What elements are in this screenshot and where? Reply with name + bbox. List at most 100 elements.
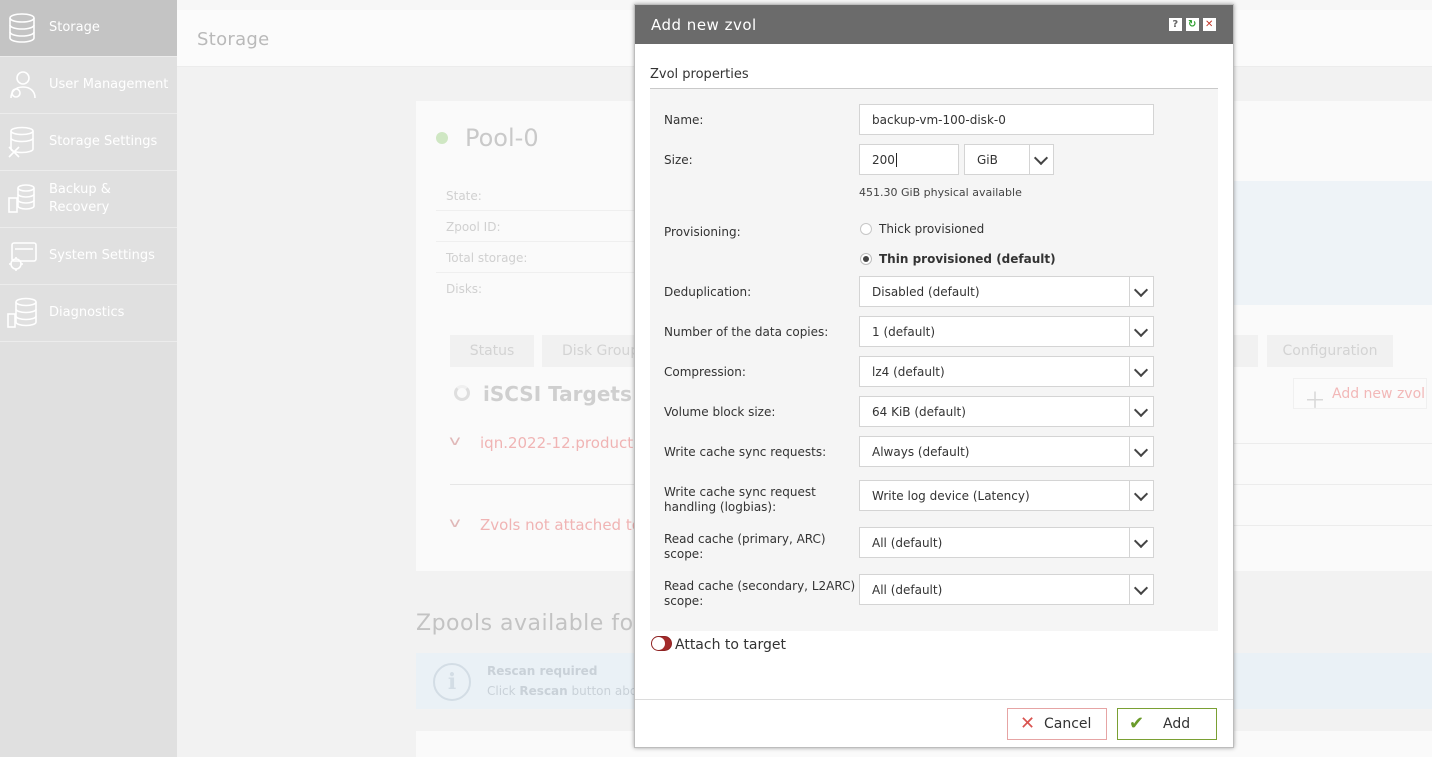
compression-label: Compression: <box>664 365 746 379</box>
rescan-text-suffix: button abo <box>571 684 638 698</box>
copies-select[interactable]: 1 (default) <box>859 316 1154 347</box>
checkmark-icon: ✔ <box>1129 713 1145 734</box>
add-new-zvol-button[interactable]: ＋ Add new zvol <box>1293 378 1427 414</box>
dialog-title: Add new zvol <box>651 15 757 34</box>
sidebar-item-label: Storage Settings <box>49 134 158 149</box>
sidebar-item-system-settings[interactable]: System Settings <box>0 228 177 285</box>
sync-label: Write cache sync requests: <box>664 445 827 459</box>
deduplication-label: Deduplication: <box>664 285 752 299</box>
loading-spinner-icon <box>454 385 470 401</box>
sidebar-item-storage-settings[interactable]: Storage Settings <box>0 114 177 171</box>
chevron-down-icon: v <box>449 516 461 531</box>
primary-cache-select[interactable]: All (default) <box>859 527 1154 558</box>
size-unit-value: GiB <box>977 152 998 167</box>
chevron-down-icon <box>1029 145 1053 174</box>
plus-icon: ＋ <box>1304 389 1327 414</box>
sidebar: Storage User Management Storage Settings… <box>0 0 177 757</box>
rescan-text-prefix: Click <box>487 684 516 698</box>
rescan-notice-title: Rescan required <box>487 664 598 678</box>
block-size-value: 64 KiB (default) <box>872 404 966 419</box>
logbias-label: Write cache sync request handling (logbi… <box>664 485 816 514</box>
pool-name: Pool-0 <box>465 124 539 152</box>
divider <box>450 484 634 485</box>
name-input[interactable]: backup-vm-100-disk-0 <box>859 104 1154 135</box>
attach-to-target-label: Attach to target <box>675 637 786 653</box>
info-label-state: State: <box>446 189 482 203</box>
deduplication-select[interactable]: Disabled (default) <box>859 276 1154 307</box>
tab-label: Disk Groups <box>562 343 634 359</box>
divider <box>1234 525 1432 526</box>
radio-label: Thin provisioned (default) <box>879 252 1056 266</box>
sidebar-item-storage[interactable]: Storage <box>0 0 177 57</box>
primary-cache-label: Read cache (primary, ARC) scope: <box>664 532 826 561</box>
size-input[interactable]: 200 <box>859 144 959 175</box>
copies-label: Number of the data copies: <box>664 325 829 339</box>
add-button[interactable]: ✔ Add <box>1117 708 1217 740</box>
add-zvol-dialog: Add new zvol ? ↻ ✕ Zvol properties Name:… <box>634 4 1234 748</box>
name-label: Name: <box>664 113 704 127</box>
close-icon: ✕ <box>1020 713 1036 734</box>
thin-provisioned-radio[interactable]: Thin provisioned (default) <box>860 252 1056 266</box>
system-settings-icon <box>9 242 37 271</box>
tab-label: Configuration <box>1282 343 1378 359</box>
tab-disk-groups[interactable]: Disk Groups <box>542 335 634 367</box>
pool-status-dot <box>436 132 448 144</box>
close-icon[interactable]: ✕ <box>1203 18 1216 31</box>
sidebar-item-user-management[interactable]: User Management <box>0 57 177 114</box>
attach-to-target-toggle[interactable] <box>651 636 672 651</box>
radio-label: Thick provisioned <box>879 222 985 236</box>
sidebar-item-diagnostics[interactable]: Diagnostics <box>0 285 177 342</box>
iscsi-target-name: iqn.2022-12.productio <box>480 434 647 452</box>
sync-value: Always (default) <box>872 444 970 459</box>
zpools-available-title: Zpools available for <box>416 611 644 636</box>
sidebar-item-label: Backup & Recovery <box>49 182 111 215</box>
chevron-down-icon <box>1129 481 1153 510</box>
chevron-down-icon <box>1129 575 1153 604</box>
block-size-select[interactable]: 64 KiB (default) <box>859 396 1154 427</box>
add-label: Add <box>1163 716 1191 732</box>
diagnostics-icon <box>7 297 37 328</box>
sync-select[interactable]: Always (default) <box>859 436 1154 467</box>
divider <box>1234 443 1432 444</box>
chevron-down-icon <box>1129 357 1153 386</box>
tab-label: Status <box>469 343 515 359</box>
size-unit-select[interactable]: GiB <box>964 144 1054 175</box>
info-icon: i <box>433 663 471 701</box>
logbias-select[interactable]: Write log device (Latency) <box>859 480 1154 511</box>
help-icon[interactable]: ? <box>1169 18 1182 31</box>
cancel-button[interactable]: ✕ Cancel <box>1007 708 1107 740</box>
secondary-cache-select[interactable]: All (default) <box>859 574 1154 605</box>
tab-partial[interactable] <box>1234 335 1258 367</box>
primary-cache-value: All (default) <box>872 535 943 550</box>
size-label: Size: <box>664 153 693 167</box>
dialog-header: Add new zvol ? ↻ ✕ <box>635 5 1233 44</box>
info-panel <box>1232 181 1432 305</box>
block-size-label: Volume block size: <box>664 405 776 419</box>
compression-value: lz4 (default) <box>872 364 945 379</box>
chevron-down-icon <box>1129 528 1153 557</box>
info-label-zpool-id: Zpool ID: <box>446 220 501 234</box>
rescan-text-bold: Rescan <box>519 684 568 698</box>
info-label-disks: Disks: <box>446 282 483 296</box>
storage-icon <box>9 13 35 43</box>
sidebar-item-label: System Settings <box>49 248 155 263</box>
chevron-down-icon <box>1129 277 1153 306</box>
tab-configuration[interactable]: Configuration <box>1267 335 1393 367</box>
radio-button[interactable] <box>860 223 872 235</box>
chevron-down-icon <box>1129 397 1153 426</box>
secondary-cache-label: Read cache (secondary, L2ARC) scope: <box>664 579 856 608</box>
compression-select[interactable]: lz4 (default) <box>859 356 1154 387</box>
radio-button[interactable] <box>860 253 872 265</box>
storage-settings-icon <box>8 126 34 158</box>
thick-provisioned-radio[interactable]: Thick provisioned <box>860 222 984 236</box>
sidebar-item-backup-recovery[interactable]: Backup & Recovery <box>0 171 177 228</box>
size-value: 200 <box>872 152 895 167</box>
user-management-icon <box>10 71 36 99</box>
tab-status[interactable]: Status <box>450 335 534 367</box>
reload-icon[interactable]: ↻ <box>1186 18 1199 31</box>
iscsi-targets-title: iSCSI Targets <box>483 382 632 406</box>
name-value: backup-vm-100-disk-0 <box>872 112 1006 127</box>
sidebar-item-label: User Management <box>49 77 169 92</box>
divider <box>436 241 636 242</box>
info-label-total-storage: Total storage: <box>446 251 528 265</box>
